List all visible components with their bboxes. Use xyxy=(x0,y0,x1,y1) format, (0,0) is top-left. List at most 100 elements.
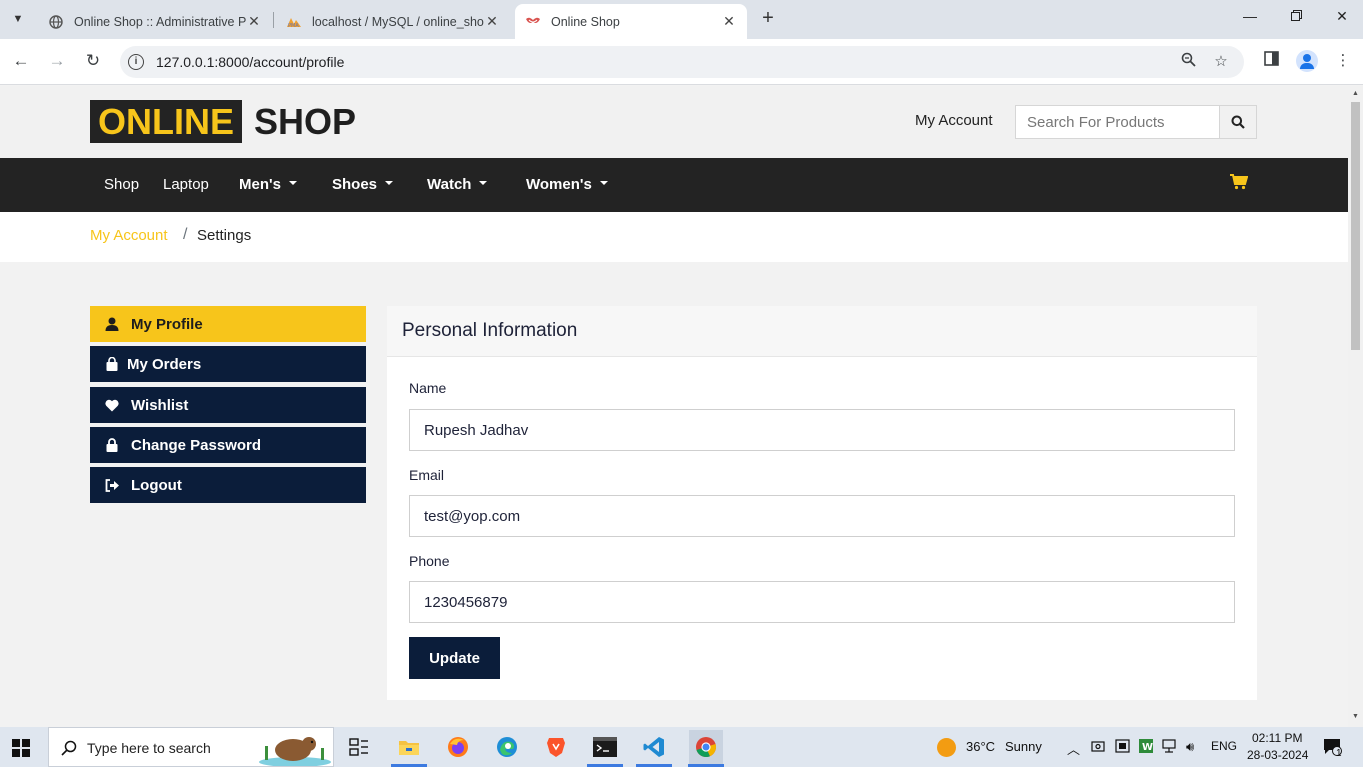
nav-item-shop[interactable]: Shop xyxy=(104,158,139,212)
profile-avatar-icon[interactable] xyxy=(1296,50,1318,72)
sidebar-item-label: Wishlist xyxy=(131,396,189,414)
url-text[interactable]: 127.0.0.1:8000/account/profile xyxy=(156,54,344,70)
search-input[interactable] xyxy=(1016,106,1220,138)
side-panel-icon[interactable] xyxy=(1260,51,1282,73)
task-view-icon[interactable] xyxy=(345,733,373,761)
firefox-icon[interactable] xyxy=(444,733,472,761)
file-explorer-icon[interactable] xyxy=(395,733,423,761)
phpmyadmin-icon: PMA xyxy=(286,14,302,30)
address-bar[interactable]: i 127.0.0.1:8000/account/profile ☆ xyxy=(120,46,1244,78)
sidebar-item-label: My Orders xyxy=(127,355,202,373)
browser-toolbar: ← → ↻ i 127.0.0.1:8000/account/profile ☆… xyxy=(0,39,1363,85)
minimize-icon[interactable]: — xyxy=(1240,8,1260,28)
nav-item-laptop[interactable]: Laptop xyxy=(163,158,209,212)
page-scrollbar[interactable]: ▲ ▼ xyxy=(1348,86,1363,727)
weather-temperature[interactable]: 36°C xyxy=(966,739,995,754)
scrollbar-thumb[interactable] xyxy=(1351,102,1360,350)
shopping-bag-icon xyxy=(104,356,120,372)
bookmark-star-icon[interactable]: ☆ xyxy=(1211,52,1231,72)
volume-icon[interactable]: 🔊︎ xyxy=(1186,739,1194,755)
dropdown-caret-icon xyxy=(599,181,608,186)
sidebar-item-wishlist[interactable]: Wishlist xyxy=(90,387,366,423)
screen-capture-icon[interactable] xyxy=(1115,739,1130,756)
forward-arrow-icon[interactable]: → xyxy=(45,50,69,74)
clock-time[interactable]: 02:11 PM xyxy=(1252,731,1302,745)
chrome-icon[interactable] xyxy=(689,730,723,764)
dropdown-caret-icon xyxy=(385,181,394,186)
close-tab-icon[interactable]: ✕ xyxy=(246,13,262,30)
browser-tab-phpmyadmin[interactable]: PMA localhost / MySQL / online_shop ✕ xyxy=(276,4,510,39)
logo-part-shop: SHOP xyxy=(254,101,357,142)
windows-start-icon[interactable] xyxy=(12,739,30,762)
browser-tab-online-shop[interactable]: Online Shop ✕ xyxy=(515,4,747,39)
name-label: Name xyxy=(409,380,447,396)
product-search xyxy=(1015,105,1257,139)
tab-search-chevron-icon[interactable]: ▼ xyxy=(6,8,30,30)
nav-label: Women's xyxy=(526,176,592,193)
main-navbar: Shop Laptop Men's Shoes Watch Women's xyxy=(0,158,1348,212)
network-icon[interactable] xyxy=(1162,739,1178,756)
my-account-link[interactable]: My Account xyxy=(915,112,993,129)
language-indicator[interactable]: ENG xyxy=(1211,739,1237,753)
personal-info-card: Personal Information Name Email Phone Up… xyxy=(387,306,1257,700)
nav-label: Watch xyxy=(427,176,472,193)
windows-taskbar: Type here to search 36°C Sunny ︿ W 🔊︎ EN… xyxy=(0,727,1363,767)
cart-icon[interactable] xyxy=(1230,174,1249,195)
edge-icon[interactable] xyxy=(493,733,521,761)
nav-item-watch[interactable]: Watch xyxy=(427,158,488,212)
phone-label: Phone xyxy=(409,553,450,569)
sidebar-item-my-profile[interactable]: My Profile xyxy=(90,306,366,342)
reload-icon[interactable]: ↻ xyxy=(81,50,105,74)
new-tab-button[interactable]: + xyxy=(757,8,779,30)
scroll-down-arrow-icon[interactable]: ▼ xyxy=(1351,713,1360,720)
nav-item-womens[interactable]: Women's xyxy=(526,158,608,212)
search-button[interactable] xyxy=(1219,106,1256,138)
dropdown-caret-icon xyxy=(288,181,297,186)
tab-title: Online Shop :: Administrative Pa xyxy=(74,14,246,29)
sidebar-item-logout[interactable]: Logout xyxy=(90,467,366,503)
breadcrumb-my-account-link[interactable]: My Account xyxy=(90,227,168,244)
more-menu-icon[interactable]: ⋮ xyxy=(1332,51,1354,73)
sidebar-item-label: My Profile xyxy=(131,315,203,333)
dropdown-caret-icon xyxy=(479,181,488,186)
weather-sun-icon[interactable] xyxy=(937,738,956,757)
sidebar-item-change-password[interactable]: Change Password xyxy=(90,427,366,463)
email-field[interactable] xyxy=(409,495,1235,537)
app-tray-green-icon[interactable]: W xyxy=(1139,739,1153,756)
zoom-icon[interactable] xyxy=(1178,52,1198,72)
terminal-icon[interactable] xyxy=(591,733,619,761)
site-info-icon[interactable]: i xyxy=(128,54,144,70)
weather-condition[interactable]: Sunny xyxy=(1005,739,1042,754)
nav-item-shoes[interactable]: Shoes xyxy=(332,158,394,212)
phone-field[interactable] xyxy=(409,581,1235,623)
sidebar-item-my-orders[interactable]: My Orders xyxy=(90,346,366,382)
notification-count-badge: 1 xyxy=(1336,748,1342,759)
close-tab-icon[interactable]: ✕ xyxy=(484,13,500,30)
close-window-icon[interactable]: ✕ xyxy=(1332,8,1352,28)
browser-tab-admin[interactable]: Online Shop :: Administrative Pa ✕ xyxy=(38,4,272,39)
brave-icon[interactable] xyxy=(542,733,570,761)
search-highlight-illustration-icon xyxy=(259,737,331,766)
user-icon xyxy=(104,316,120,332)
back-arrow-icon[interactable]: ← xyxy=(9,50,33,74)
search-icon xyxy=(1231,115,1245,129)
sidebar-item-label: Change Password xyxy=(131,436,262,454)
name-field[interactable] xyxy=(409,409,1235,451)
svg-text:PMA: PMA xyxy=(288,23,299,28)
site-logo[interactable]: ONLINE SHOP xyxy=(90,100,368,143)
restore-icon[interactable] xyxy=(1286,8,1306,28)
clock-date[interactable]: 28-03-2024 xyxy=(1247,748,1308,762)
page-viewport: ONLINE SHOP My Account Shop Laptop Men's… xyxy=(0,86,1348,727)
nav-item-mens[interactable]: Men's xyxy=(239,158,297,212)
vscode-icon[interactable] xyxy=(640,733,668,761)
taskbar-search-box[interactable]: Type here to search xyxy=(48,727,334,767)
site-header: ONLINE SHOP My Account xyxy=(0,86,1348,158)
update-button[interactable]: Update xyxy=(409,637,500,679)
taskbar-search-placeholder: Type here to search xyxy=(87,740,211,756)
breadcrumb-current: Settings xyxy=(197,227,252,244)
show-hidden-icons-icon[interactable]: ︿ xyxy=(1067,739,1080,758)
scroll-up-arrow-icon[interactable]: ▲ xyxy=(1351,90,1360,97)
meet-now-icon[interactable] xyxy=(1091,739,1105,756)
heart-icon xyxy=(104,397,120,413)
close-tab-icon[interactable]: ✕ xyxy=(721,13,737,30)
